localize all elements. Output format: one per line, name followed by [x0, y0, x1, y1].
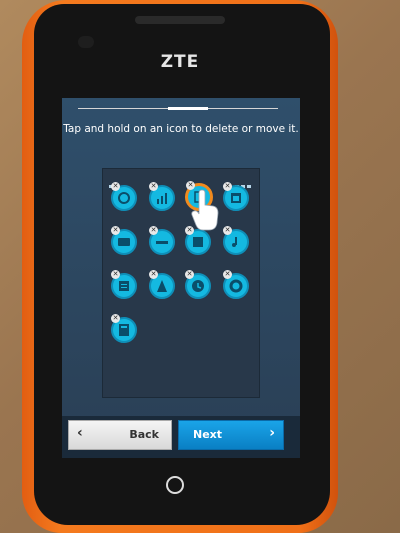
time-icon[interactable]: ✕: [185, 270, 211, 299]
home-button[interactable]: [166, 476, 184, 494]
next-label: Next: [193, 428, 223, 441]
calculator-icon[interactable]: ✕: [111, 314, 137, 343]
hand-pointer-icon: [191, 189, 219, 231]
dialer-icon[interactable]: ✕: [149, 226, 175, 255]
notes-icon[interactable]: ✕: [111, 270, 137, 299]
video-icon[interactable]: ✕: [111, 226, 137, 255]
brand-logo: ZTE: [160, 52, 200, 72]
setup-progress-fill: [168, 107, 208, 110]
music-icon[interactable]: ✕: [185, 226, 211, 255]
back-label: Back: [129, 428, 159, 441]
screen: Tap and hold on an icon to delete or mov…: [62, 98, 300, 458]
settings-icon[interactable]: ✕: [223, 270, 249, 299]
chart-icon[interactable]: ✕: [149, 182, 175, 211]
fm-icon[interactable]: ✕: [149, 270, 175, 299]
music-note-icon[interactable]: ✕: [223, 226, 249, 255]
setup-progress-bar: [78, 107, 278, 110]
front-camera: [78, 36, 94, 48]
next-button[interactable]: Next ›: [178, 420, 284, 450]
homescreen-preview: ✕ ✕ ✕ ✕ ✕ ✕ ✕ ✕ ✕ ✕ ✕ ✕ ✕: [102, 168, 299, 458]
speaker-grille: [135, 16, 225, 24]
clock-icon[interactable]: ✕: [111, 182, 137, 211]
calendar-icon[interactable]: ✕: [223, 182, 249, 211]
chevron-left-icon: ‹: [77, 425, 83, 441]
setup-navigation-bar: ‹ Back Next ›: [62, 416, 300, 458]
instruction-text: Tap and hold on an icon to delete or mov…: [63, 123, 299, 135]
back-button[interactable]: ‹ Back: [68, 420, 172, 450]
chevron-right-icon: ›: [269, 425, 275, 441]
